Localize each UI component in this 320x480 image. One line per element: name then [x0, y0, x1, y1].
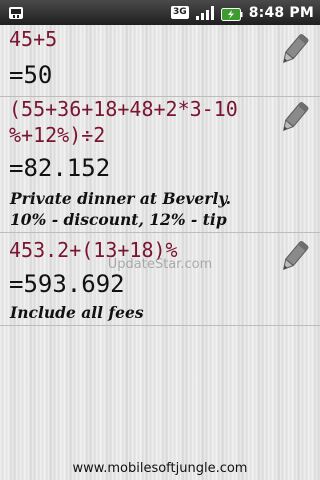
- status-clock: 8:48 PM: [248, 4, 314, 21]
- battery-icon: [220, 6, 243, 21]
- entry-result: =593.692: [9, 270, 125, 298]
- usb-icon: [8, 5, 24, 21]
- history-entry[interactable]: 45+5 =50: [0, 25, 320, 97]
- network-type-badge: 3G: [171, 6, 189, 19]
- watermark-text: UpdateStar.com: [107, 257, 213, 272]
- entry-expression-line-2: %+12%)÷2: [9, 123, 106, 147]
- entry-note: Include all fees: [10, 303, 144, 322]
- edit-pencil-icon[interactable]: [276, 31, 312, 69]
- footer-url: www.mobilesoftjungle.com: [72, 461, 248, 476]
- entry-expression-line-1: (55+36+18+48+2*3-10: [9, 97, 238, 121]
- history-entry[interactable]: 453.2+(13+18)% =593.692 Include all fees: [0, 233, 320, 326]
- calculation-history: 45+5 =50 (55+36+18+48+2*3-10 %+12%)÷2 =8…: [0, 25, 320, 480]
- history-entry[interactable]: (55+36+18+48+2*3-10 %+12%)÷2 =82.152 Pri…: [0, 97, 320, 233]
- entry-note-line-1: Private dinner at Beverly.: [10, 189, 231, 208]
- status-bar: 3G 8:48 PM: [0, 0, 320, 25]
- entry-result: =50: [9, 61, 53, 89]
- entry-expression: 45+5: [9, 27, 58, 51]
- entry-note-line-2: 10% - discount, 12% - tip: [10, 210, 227, 229]
- edit-pencil-icon[interactable]: [276, 99, 312, 137]
- signal-icon: [195, 5, 215, 21]
- entry-result: =82.152: [9, 154, 111, 182]
